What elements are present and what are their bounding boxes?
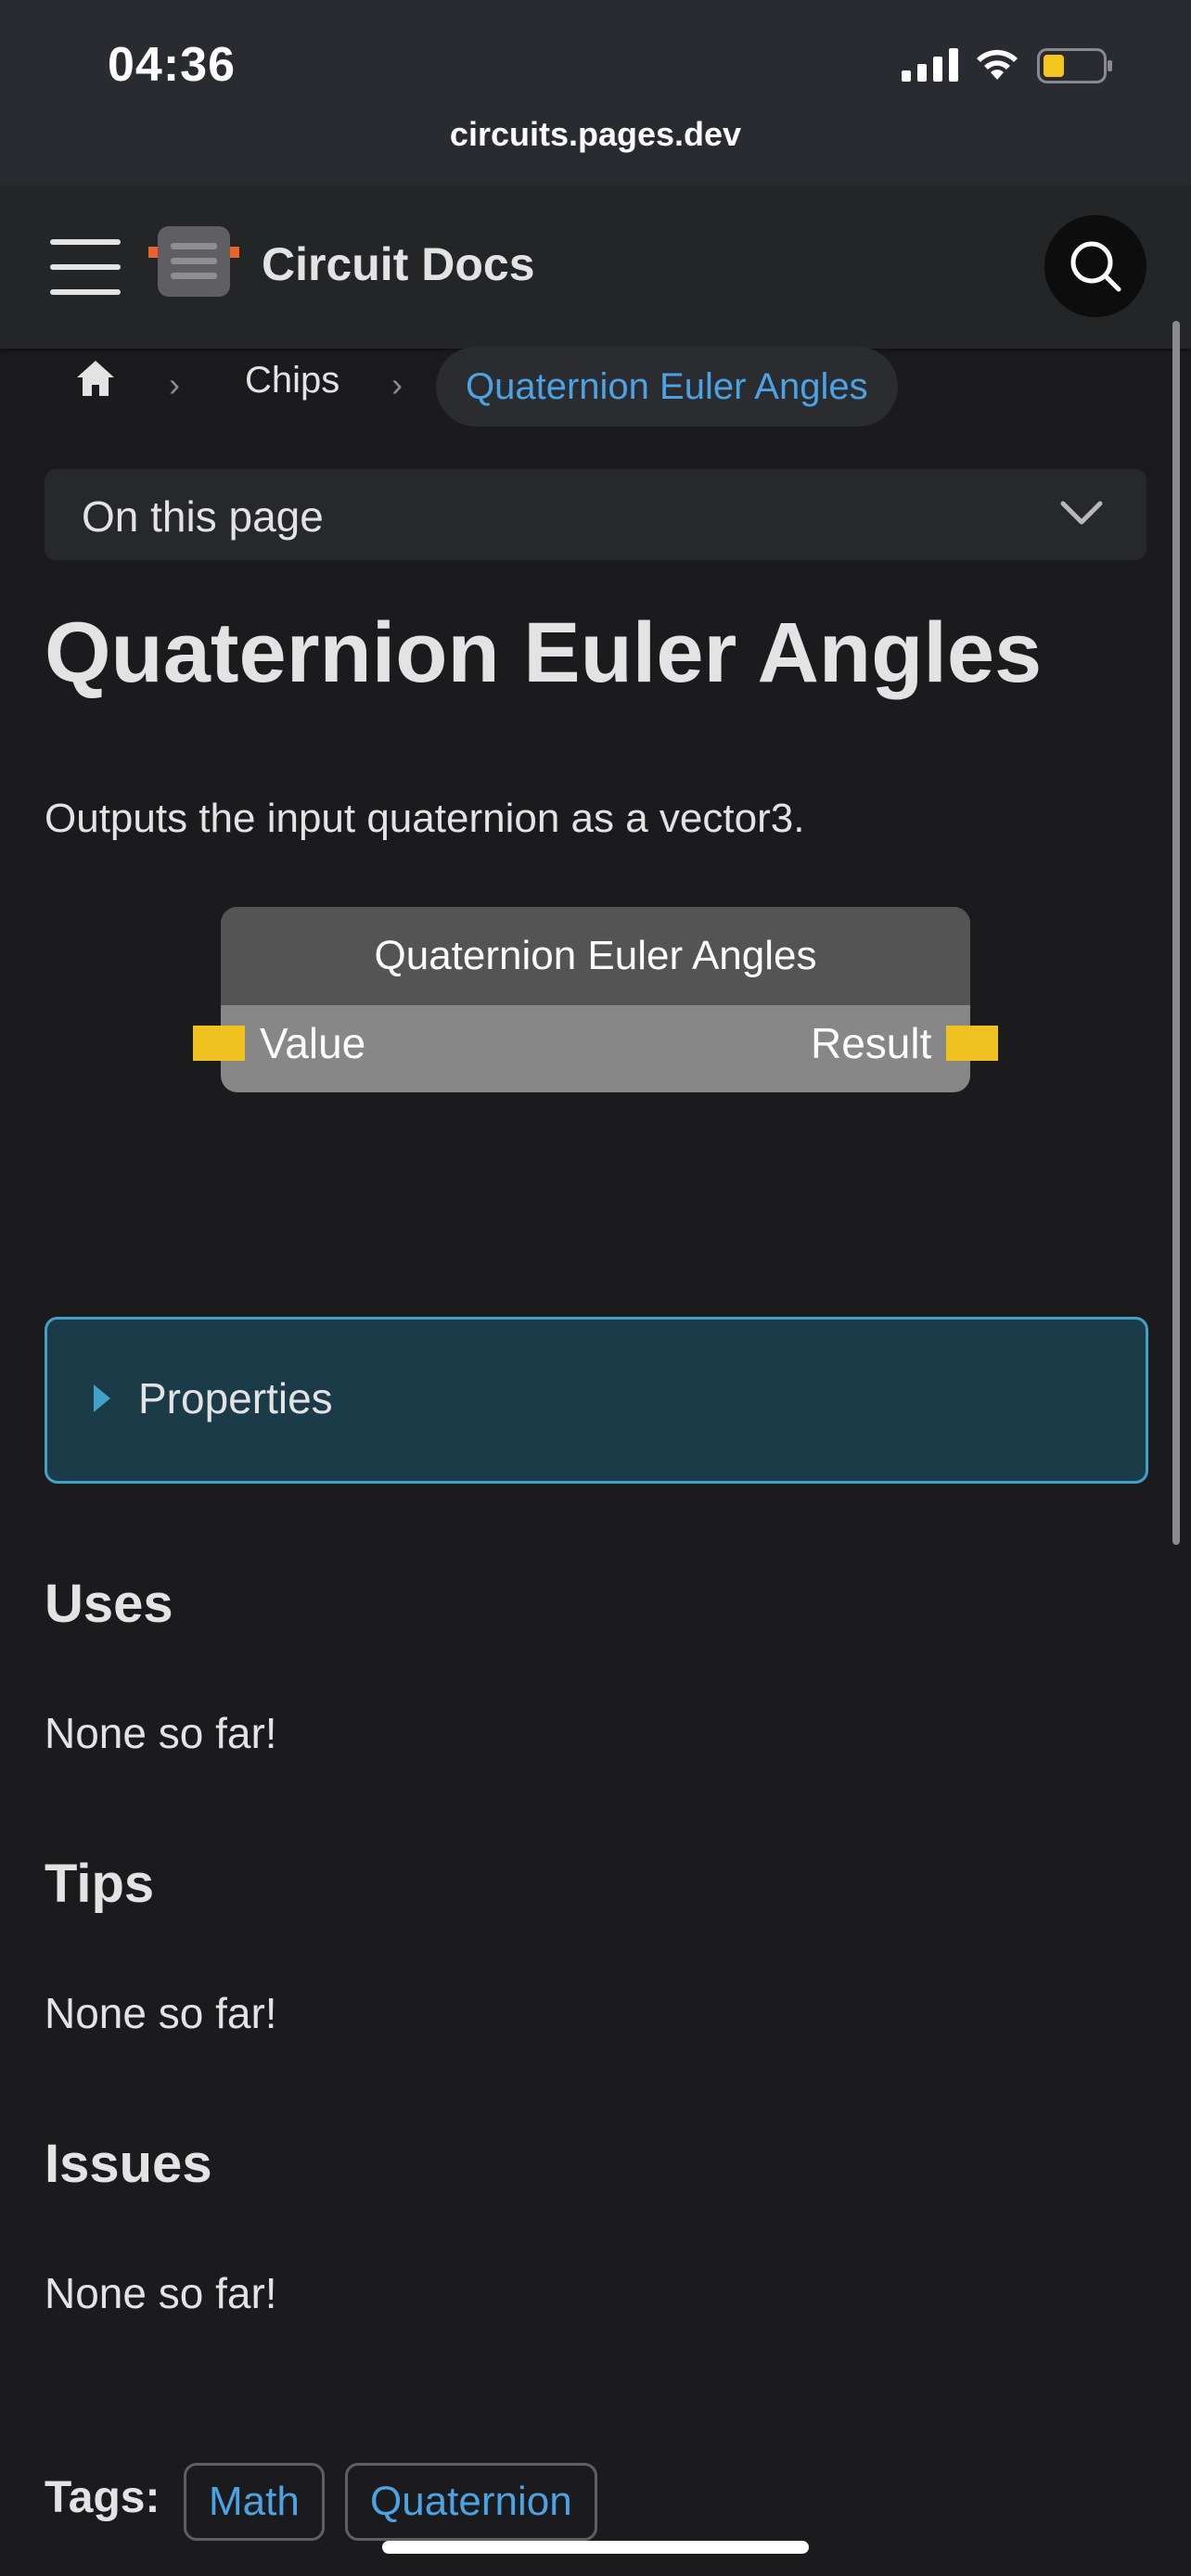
battery-icon: [1037, 48, 1112, 83]
breadcrumb-item-chips[interactable]: Chips: [245, 360, 339, 402]
page: 04:36 circuits.pages.dev Circuit Docs › …: [0, 0, 1191, 2576]
scrollbar[interactable]: [1172, 321, 1180, 1545]
breadcrumb: › Chips › Quaternion Euler Angles: [0, 347, 1169, 432]
wifi-icon: [977, 49, 1018, 80]
uses-text: None so far!: [45, 1709, 277, 1757]
issues-text: None so far!: [45, 2269, 277, 2317]
on-this-page-label: On this page: [82, 492, 324, 541]
tags-label: Tags:: [45, 2473, 160, 2522]
status-bar: 04:36 circuits.pages.dev: [0, 0, 1191, 185]
status-time: 04:36: [108, 38, 236, 92]
search-button[interactable]: [1044, 215, 1146, 317]
hamburger-icon[interactable]: [50, 237, 121, 297]
output-port: [946, 1026, 998, 1061]
home-icon[interactable]: [74, 358, 117, 399]
search-icon: [1070, 241, 1121, 292]
page-title: Quaternion Euler Angles: [45, 606, 1043, 700]
breadcrumb-item-current: Quaternion Euler Angles: [436, 347, 898, 427]
input-port: [193, 1026, 245, 1061]
properties-label: Properties: [138, 1374, 333, 1422]
tips-text: None so far!: [45, 1989, 277, 2037]
input-port-label: Value: [260, 1019, 366, 1067]
breadcrumb-separator: ›: [169, 365, 180, 403]
brand-title[interactable]: Circuit Docs: [262, 237, 535, 291]
caret-right-icon: [94, 1384, 110, 1412]
logo-icon[interactable]: [148, 223, 239, 302]
tag-quaternion[interactable]: Quaternion: [345, 2463, 597, 2541]
chip-title: Quaternion Euler Angles: [221, 907, 970, 1005]
page-description: Outputs the input quaternion as a vector…: [45, 796, 805, 841]
navbar: Circuit Docs: [0, 185, 1191, 349]
on-this-page-dropdown[interactable]: On this page: [45, 469, 1146, 560]
uses-heading: Uses: [45, 1574, 173, 1634]
url-bar[interactable]: circuits.pages.dev: [0, 115, 1191, 154]
home-indicator[interactable]: [382, 2541, 809, 2554]
tag-math[interactable]: Math: [184, 2463, 325, 2541]
issues-heading: Issues: [45, 2134, 212, 2194]
cellular-signal-icon: [902, 48, 958, 82]
breadcrumb-separator: ›: [391, 365, 403, 403]
output-port-label: Result: [811, 1019, 932, 1067]
tips-heading: Tips: [45, 1854, 155, 1914]
properties-details[interactable]: Properties: [45, 1317, 1148, 1484]
chevron-down-icon: [1060, 501, 1103, 525]
